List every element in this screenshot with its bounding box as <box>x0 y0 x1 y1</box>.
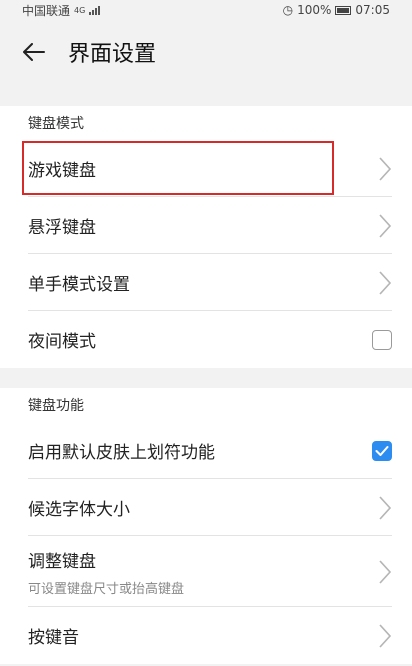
battery-percent: 100% <box>297 3 332 17</box>
row-sublabel: 可设置键盘尺寸或抬高键盘 <box>28 581 185 597</box>
section-keyboard-function: 启用默认皮肤上划符功能 候选字体大小 调整键盘 可设置键盘尺寸或抬高键盘 按键音 <box>0 422 412 664</box>
status-bar: 中国联通 4G ◷ 100% 07:05 <box>0 0 412 20</box>
row-candidate-font-size[interactable]: 候选字体大小 <box>0 479 412 536</box>
row-label: 调整键盘 <box>28 551 96 572</box>
row-label: 按键音 <box>28 628 79 648</box>
alarm-icon: ◷ <box>282 3 294 17</box>
section-keyboard-mode: 游戏键盘 悬浮键盘 单手模式设置 夜间模式 <box>0 140 412 368</box>
row-label: 单手模式设置 <box>28 275 130 295</box>
back-button[interactable] <box>22 40 46 64</box>
app-bar: 界面设置 <box>0 20 412 84</box>
row-label: 游戏键盘 <box>28 161 96 181</box>
chevron-right-icon <box>379 213 392 238</box>
page-title: 界面设置 <box>68 42 157 67</box>
row-one-hand-mode[interactable]: 单手模式设置 <box>0 254 412 311</box>
chevron-right-icon <box>379 270 392 295</box>
row-swipe-symbols[interactable]: 启用默认皮肤上划符功能 <box>0 422 412 479</box>
row-floating-keyboard[interactable]: 悬浮键盘 <box>0 197 412 254</box>
network-label: 4G <box>74 5 86 15</box>
clock: 07:05 <box>355 3 390 17</box>
row-label: 启用默认皮肤上划符功能 <box>28 443 215 463</box>
checkmark-icon <box>375 445 389 456</box>
chevron-right-icon <box>379 495 392 520</box>
swipe-symbols-checkbox[interactable] <box>372 440 392 461</box>
chevron-right-icon <box>379 559 392 584</box>
section-header-keyboard-mode: 键盘模式 <box>0 106 412 140</box>
arrow-left-icon <box>23 43 45 61</box>
row-night-mode[interactable]: 夜间模式 <box>0 311 412 368</box>
row-label: 夜间模式 <box>28 332 96 352</box>
row-label: 悬浮键盘 <box>28 218 96 238</box>
carrier-label: 中国联通 <box>22 3 71 18</box>
section-header-keyboard-function: 键盘功能 <box>0 388 412 422</box>
night-mode-checkbox[interactable] <box>372 329 392 350</box>
row-adjust-keyboard[interactable]: 调整键盘 可设置键盘尺寸或抬高键盘 <box>0 536 412 607</box>
battery-icon <box>335 5 352 15</box>
signal-icon <box>89 5 101 15</box>
row-label: 候选字体大小 <box>28 500 130 520</box>
row-key-sound[interactable]: 按键音 <box>0 607 412 664</box>
row-game-keyboard[interactable]: 游戏键盘 <box>0 140 412 197</box>
chevron-right-icon <box>379 623 392 648</box>
chevron-right-icon <box>379 156 392 181</box>
